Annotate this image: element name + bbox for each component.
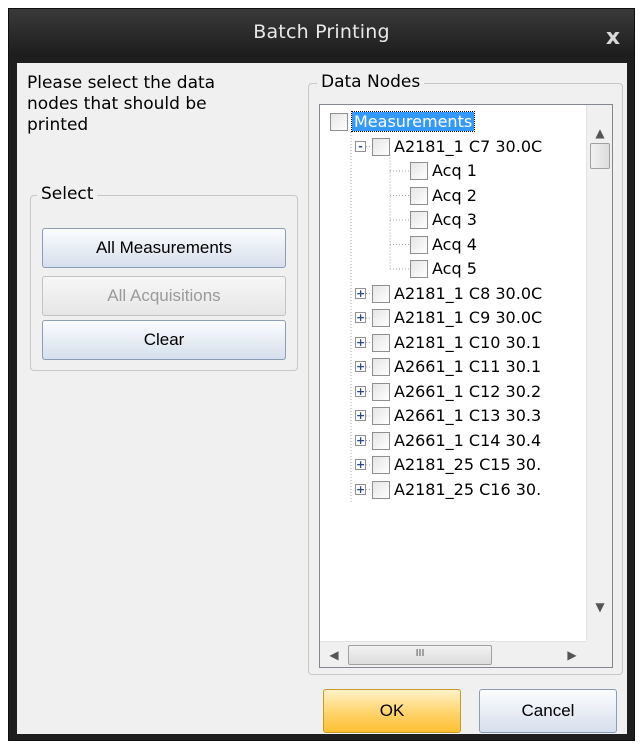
tree-node-measurement[interactable]: + A2181_1 C8 30.0C [320, 283, 586, 305]
node-label: A2661_1 C11 30.1 [394, 357, 542, 376]
node-label: Acq 4 [432, 234, 477, 254]
clear-button[interactable]: Clear [42, 320, 286, 360]
horizontal-scrollbar[interactable]: ◀ III ▶ [320, 641, 586, 667]
data-nodes-legend: Data Nodes [317, 72, 425, 92]
expand-icon[interactable]: + [355, 287, 366, 299]
data-nodes-tree[interactable]: Measurements - A2181_1 C7 30.0C Acq 1 Acq 2 A… [319, 104, 613, 668]
tree-view[interactable]: Measurements - A2181_1 C7 30.0C Acq 1 Acq 2 A… [320, 105, 586, 643]
node-label: A2181_1 C9 30.0C [394, 308, 543, 327]
all-measurements-button[interactable]: All Measurements [42, 228, 286, 268]
tree-node-measurement[interactable]: + A2181_25 C15 30. [320, 454, 586, 476]
checkbox-icon[interactable] [410, 211, 428, 229]
node-label: A2181_25 C15 30. [394, 455, 542, 474]
node-label: Acq 2 [432, 185, 477, 205]
node-label: Measurements [350, 111, 476, 132]
checkbox-icon[interactable] [372, 309, 390, 327]
vertical-scrollbar[interactable]: ▲ ▼ [586, 105, 612, 643]
tree-node-measurement[interactable]: + A2661_1 C13 30.3 [320, 405, 586, 427]
checkbox-icon[interactable] [410, 162, 428, 180]
tree-node-acquisition[interactable]: Acq 2 [320, 185, 586, 207]
tree-node-measurement[interactable]: + A2661_1 C12 30.2 [320, 381, 586, 403]
tree-node-acquisition[interactable]: Acq 1 [320, 160, 586, 182]
expand-icon[interactable]: + [355, 312, 366, 323]
node-label: A2181_1 C7 30.0C [394, 136, 543, 156]
checkbox-icon[interactable] [372, 480, 390, 499]
all-acquisitions-button: All Acquisitions [42, 276, 286, 316]
select-group-legend: Select [37, 184, 98, 204]
node-label: A2661_1 C14 30.4 [394, 430, 542, 450]
tree-node-measurement[interactable]: + A2181_25 C16 30. [320, 479, 586, 501]
scroll-left-icon[interactable]: ◀ [322, 642, 346, 667]
expand-icon[interactable]: + [355, 361, 366, 372]
scroll-up-icon[interactable]: ▲ [587, 121, 612, 145]
node-label: Acq 3 [432, 210, 477, 229]
expand-icon[interactable]: + [355, 434, 366, 446]
checkbox-icon[interactable] [372, 407, 390, 425]
expand-icon[interactable]: + [355, 459, 366, 470]
tree-node-acquisition[interactable]: Acq 5 [320, 258, 586, 280]
node-label: A2661_1 C13 30.3 [394, 406, 542, 425]
tree-node-measurement[interactable]: + A2661_1 C11 30.1 [320, 356, 586, 378]
checkbox-icon[interactable] [410, 235, 428, 254]
scroll-right-icon[interactable]: ▶ [560, 642, 584, 667]
dialog-body: Please select the data nodes that should… [17, 63, 627, 734]
expand-icon[interactable]: + [355, 385, 366, 397]
scrollbar-corner [586, 641, 612, 667]
instruction-text: Please select the data nodes that should… [27, 73, 216, 135]
batch-printing-window: Batch Printing x Please select the data … [8, 8, 635, 741]
tree-node-acquisition[interactable]: Acq 3 [320, 209, 586, 231]
checkbox-icon[interactable] [372, 137, 390, 156]
checkbox-icon[interactable] [372, 284, 390, 303]
node-label: A2181_25 C16 30. [394, 479, 542, 499]
checkbox-icon[interactable] [330, 113, 348, 131]
node-label: Acq 1 [432, 161, 477, 180]
tree-node-measurement[interactable]: + A2661_1 C14 30.4 [320, 430, 586, 452]
checkbox-icon[interactable] [410, 260, 428, 278]
select-group: Select All Measurements All Acquisitions… [30, 184, 298, 371]
checkbox-icon[interactable] [410, 186, 428, 205]
close-icon[interactable]: x [602, 27, 624, 49]
expand-icon[interactable]: + [355, 410, 366, 421]
window-title: Batch Printing [253, 21, 390, 43]
data-nodes-group: Data Nodes Measurements - A2181_1 C7 30.0C… [308, 72, 623, 675]
tree-node-measurement[interactable]: + A2181_1 C9 30.0C [320, 307, 586, 329]
tree-node-acquisition[interactable]: Acq 4 [320, 234, 586, 256]
checkbox-icon[interactable] [372, 456, 390, 474]
node-label: Acq 5 [432, 259, 477, 278]
expand-icon[interactable]: + [355, 336, 366, 348]
horizontal-scroll-thumb[interactable]: III [348, 645, 492, 665]
scroll-down-icon[interactable]: ▼ [587, 595, 612, 619]
checkbox-icon[interactable] [372, 431, 390, 450]
node-label: A2661_1 C12 30.2 [394, 381, 542, 401]
tree-node-expanded[interactable]: - A2181_1 C7 30.0C [320, 136, 586, 158]
cancel-button[interactable]: Cancel [479, 689, 617, 733]
checkbox-icon[interactable] [372, 333, 390, 352]
expand-icon[interactable]: + [355, 483, 366, 495]
node-label: A2181_1 C10 30.1 [394, 332, 542, 352]
title-bar: Batch Printing x [9, 9, 634, 57]
ok-button[interactable]: OK [323, 689, 461, 733]
tree-node-measurement[interactable]: + A2181_1 C10 30.1 [320, 332, 586, 354]
checkbox-icon[interactable] [372, 358, 390, 376]
collapse-icon[interactable]: - [355, 140, 366, 152]
node-label: A2181_1 C8 30.0C [394, 283, 543, 303]
vertical-scroll-thumb[interactable] [590, 143, 610, 169]
tree-root-measurements[interactable]: Measurements [320, 111, 586, 133]
checkbox-icon[interactable] [372, 382, 390, 401]
